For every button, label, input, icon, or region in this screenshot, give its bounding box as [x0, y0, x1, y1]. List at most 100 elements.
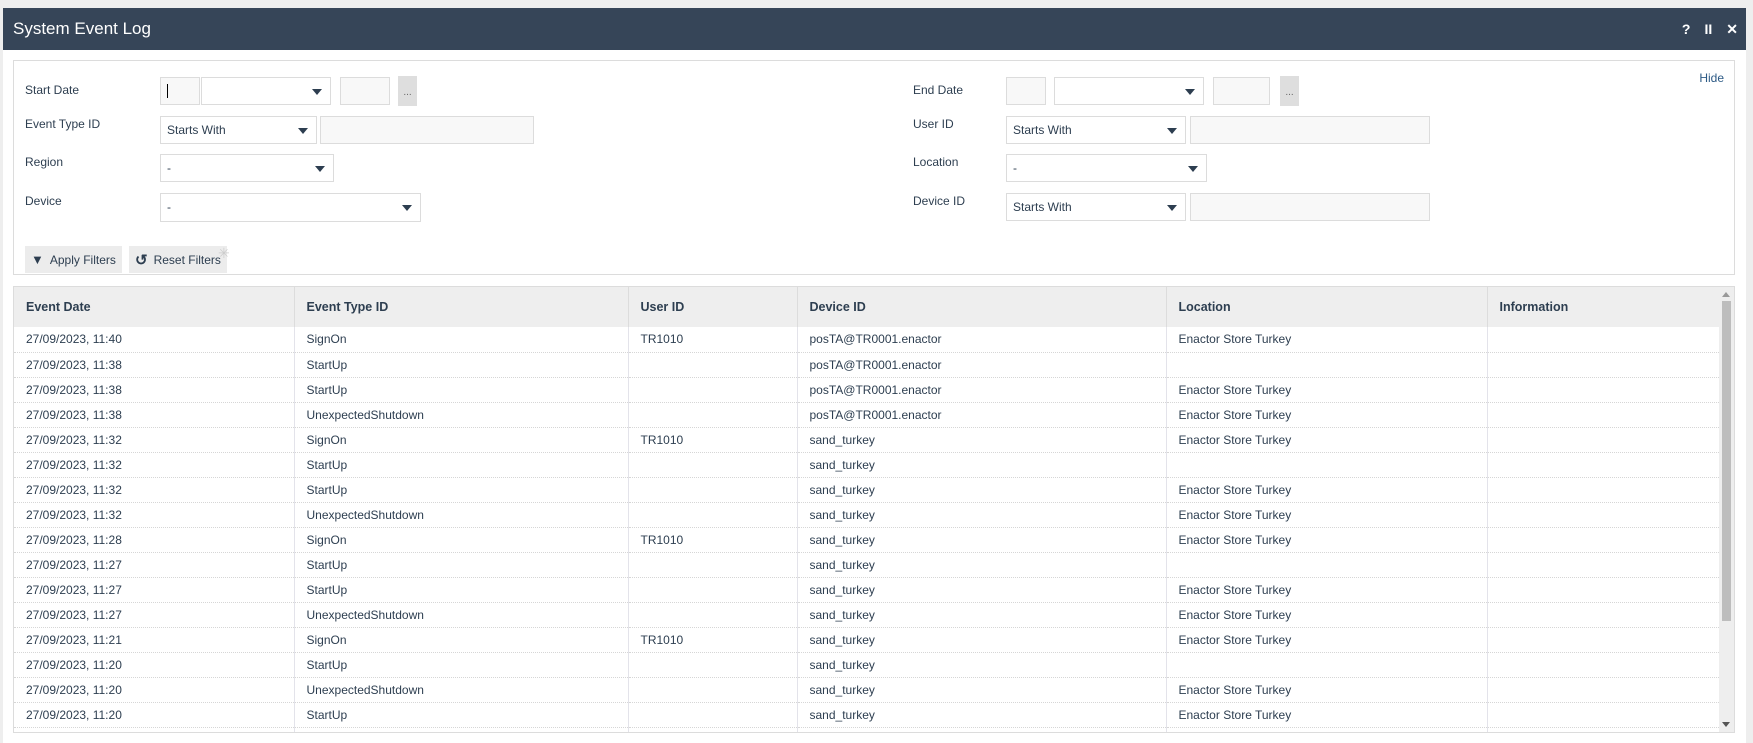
- table-cell: SignOn: [294, 327, 629, 353]
- table-cell: [628, 502, 798, 528]
- table-cell: TR1010: [628, 627, 798, 653]
- table-row[interactable]: 27/09/2023, 11:38 StartUp posTA@TR0001.ena…: [14, 377, 1722, 403]
- table-cell: StartUp: [294, 352, 629, 378]
- event-type-mode-select[interactable]: Starts With: [160, 116, 317, 144]
- user-id-mode-select[interactable]: Starts With: [1006, 116, 1186, 144]
- table-row[interactable]: 27/09/2023, 11:38 StartUp posTA@TR0001.ena…: [14, 352, 1722, 378]
- column-header[interactable]: Event Type ID: [294, 287, 629, 327]
- column-header[interactable]: Event Date: [14, 287, 295, 327]
- start-date-month-select[interactable]: [201, 77, 331, 105]
- column-header[interactable]: Device ID: [797, 287, 1167, 327]
- reset-filters-button[interactable]: ↺ Reset Filters: [129, 246, 227, 273]
- table-row[interactable]: 27/09/2023, 11:20 UnexpectedShutdown sand_…: [14, 677, 1722, 703]
- table-cell: StartUp: [294, 577, 629, 603]
- table-cell: sand_turkey: [797, 652, 1167, 678]
- close-icon[interactable]: ✕: [1726, 21, 1738, 38]
- table-cell: [294, 727, 629, 732]
- help-icon[interactable]: ?: [1682, 21, 1691, 38]
- table-cell: Enactor Store Turkey: [1166, 702, 1488, 728]
- table-cell: 27/09/2023, 11:32: [14, 452, 295, 478]
- region-select[interactable]: -: [160, 154, 334, 182]
- table-cell: [1487, 577, 1722, 603]
- table-cell: [1487, 502, 1722, 528]
- table-cell: posTA@TR0001.enactor: [797, 352, 1167, 378]
- chevron-down-icon: [312, 89, 322, 95]
- table-cell: 27/09/2023, 11:38: [14, 352, 295, 378]
- table-cell: sand_turkey: [797, 677, 1167, 703]
- pause-icon[interactable]: II: [1704, 21, 1712, 38]
- table-row[interactable]: 27/09/2023, 11:40 SignOn TR1010 posTA@TR000…: [14, 327, 1722, 353]
- table-row[interactable]: 27/09/2023, 11:32 UnexpectedShutdown sand_…: [14, 502, 1722, 528]
- table-cell: UnexpectedShutdown: [294, 402, 629, 428]
- table-cell: SignOn: [294, 627, 629, 653]
- apply-filters-button[interactable]: ▼ Apply Filters: [25, 246, 122, 273]
- device-id-label: Device ID: [913, 194, 966, 208]
- table-cell: Enactor Store Turkey: [1166, 327, 1488, 353]
- device-select[interactable]: -: [160, 193, 421, 222]
- column-header[interactable]: User ID: [628, 287, 798, 327]
- chevron-down-icon: [402, 205, 412, 211]
- chevron-down-icon: [1167, 128, 1177, 134]
- table-cell: Enactor Store Turkey: [1166, 427, 1488, 453]
- table-cell: [1487, 477, 1722, 503]
- table-cell: [1487, 377, 1722, 403]
- table-cell: 27/09/2023, 11:32: [14, 427, 295, 453]
- table-row[interactable]: 27/09/2023, 11:21 SignOn TR1010 sand_turkey…: [14, 627, 1722, 653]
- table-cell: 27/09/2023, 11:38: [14, 377, 295, 403]
- scroll-up-icon[interactable]: [1722, 292, 1730, 297]
- table-row[interactable]: 27/09/2023, 11:27 StartUp sand_turkey: [14, 552, 1722, 578]
- column-header[interactable]: Information: [1487, 287, 1722, 327]
- table-cell: 27/09/2023, 11:20: [14, 677, 295, 703]
- table-cell: [1487, 527, 1722, 553]
- table-cell: 27/09/2023, 11:21: [14, 627, 295, 653]
- vertical-scrollbar[interactable]: [1719, 287, 1734, 732]
- table-cell: [628, 652, 798, 678]
- device-id-mode-select[interactable]: Starts With: [1006, 193, 1186, 221]
- table-cell: [1487, 402, 1722, 428]
- table-cell: Enactor Store Turkey: [1166, 502, 1488, 528]
- end-date-day-input[interactable]: [1006, 77, 1046, 105]
- table-cell: 27/09/2023, 11:38: [14, 402, 295, 428]
- table-cell: Enactor Store Turkey: [1166, 527, 1488, 553]
- location-select[interactable]: -: [1006, 154, 1207, 182]
- table-cell: 27/09/2023, 11:27: [14, 602, 295, 628]
- scrollbar-thumb[interactable]: [1722, 301, 1731, 621]
- table-cell: Enactor Store Turkey: [1166, 477, 1488, 503]
- start-date-day-input[interactable]: [160, 77, 200, 105]
- scroll-down-icon[interactable]: [1722, 722, 1730, 727]
- hide-filters-link[interactable]: Hide: [1699, 71, 1724, 85]
- table-row[interactable]: 27/09/2023, 11:28 SignOn TR1010 sand_turkey…: [14, 527, 1722, 553]
- table-row[interactable]: [14, 727, 1722, 732]
- table-row[interactable]: 27/09/2023, 11:32 SignOn TR1010 sand_turkey…: [14, 427, 1722, 453]
- start-date-year-input[interactable]: [340, 77, 390, 105]
- event-type-input[interactable]: [320, 116, 534, 144]
- table-cell: [1487, 602, 1722, 628]
- table-cell: TR1010: [628, 327, 798, 353]
- table-cell: [1166, 452, 1488, 478]
- table-cell: [1487, 677, 1722, 703]
- table-row[interactable]: 27/09/2023, 11:32 StartUp sand_turkey: [14, 452, 1722, 478]
- table-row[interactable]: 27/09/2023, 11:27 StartUp sand_turkey Enact…: [14, 577, 1722, 603]
- table-cell: [1487, 552, 1722, 578]
- table-cell: [628, 452, 798, 478]
- end-date-label: End Date: [913, 83, 964, 97]
- table-cell: SignOn: [294, 527, 629, 553]
- chevron-down-icon: [1167, 205, 1177, 211]
- device-id-input[interactable]: [1190, 193, 1430, 221]
- table-row[interactable]: 27/09/2023, 11:27 UnexpectedShutdown sand_…: [14, 602, 1722, 628]
- user-id-input[interactable]: [1190, 116, 1430, 144]
- table-row[interactable]: 27/09/2023, 11:32 StartUp sand_turkey Enact…: [14, 477, 1722, 503]
- start-date-picker-button[interactable]: ...: [398, 76, 417, 106]
- table-row[interactable]: 27/09/2023, 11:20 StartUp sand_turkey: [14, 652, 1722, 678]
- table-cell: 27/09/2023, 11:20: [14, 652, 295, 678]
- table-cell: sand_turkey: [797, 552, 1167, 578]
- table-row[interactable]: 27/09/2023, 11:38 UnexpectedShutdown posTA…: [14, 402, 1722, 428]
- location-label: Location: [913, 155, 959, 169]
- end-date-month-select[interactable]: [1054, 77, 1204, 105]
- table-row[interactable]: 27/09/2023, 11:20 StartUp sand_turkey Enact…: [14, 702, 1722, 728]
- column-header[interactable]: Location: [1166, 287, 1488, 327]
- table-cell: StartUp: [294, 552, 629, 578]
- end-date-picker-button[interactable]: ...: [1280, 76, 1299, 106]
- title-bar: System Event Log ? II ✕: [3, 8, 1746, 50]
- end-date-year-input[interactable]: [1213, 77, 1270, 105]
